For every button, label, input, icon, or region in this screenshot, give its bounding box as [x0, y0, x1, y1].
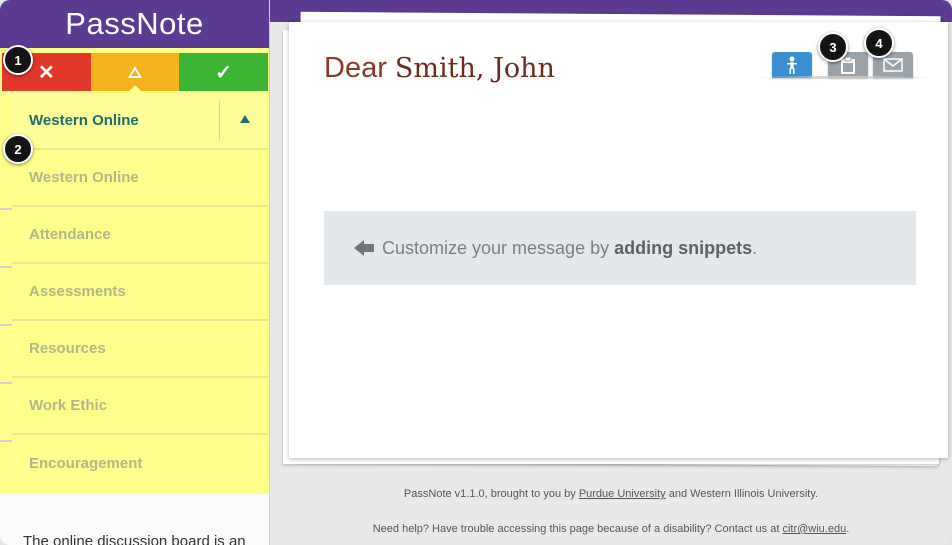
chevron-up-icon[interactable]	[240, 115, 250, 123]
person-icon	[787, 56, 797, 74]
hint-prefix: Customize your message by	[382, 237, 610, 258]
category-dropdown-label: Western Online	[29, 112, 139, 129]
category-item-resources[interactable]: Resources	[12, 321, 268, 378]
status-green-button[interactable]: ✓	[179, 53, 269, 91]
footer-help: Need help? Have trouble accessing this p…	[270, 523, 952, 535]
callout-marker-2: 2	[3, 134, 33, 164]
category-item-label: Encouragement	[29, 455, 143, 472]
category-item-work-ethic[interactable]: Work Ethic	[12, 378, 268, 435]
selected-notch	[128, 85, 142, 92]
status-yellow-button[interactable]	[90, 53, 180, 92]
callout-marker-3: 3	[818, 32, 848, 62]
student-view-button[interactable]	[772, 52, 812, 78]
warning-triangle-icon	[128, 66, 142, 78]
footer-help-suffix: .	[846, 523, 850, 535]
close-icon: ✕	[37, 61, 55, 84]
sidebar: PassNote ✕ ✓ Western Online Western Onli…	[0, 0, 270, 545]
category-item-attendance[interactable]: Attendance	[12, 207, 268, 264]
callout-marker-1: 1	[3, 45, 33, 75]
mail-icon	[883, 58, 903, 72]
category-item-western-online[interactable]: Western Online	[12, 150, 268, 207]
recipient-name: Smith, John	[394, 53, 555, 84]
passnote-logo: PassNote	[65, 6, 204, 41]
row-divider	[0, 324, 12, 326]
category-item-label: Assessments	[29, 283, 126, 300]
check-icon: ✓	[215, 61, 233, 84]
letter-paper: Dear Smith, John Customize your message …	[289, 22, 948, 458]
category-item-label: Resources	[29, 340, 106, 357]
snippet-hint-box: Customize your message by adding snippet…	[324, 211, 916, 285]
category-list: Western Online Western Online Attendance…	[12, 93, 268, 492]
greeting-word: Dear	[324, 52, 387, 84]
status-selector: ✕ ✓	[2, 53, 269, 92]
hint-text: Customize your message by adding snippet…	[382, 238, 757, 259]
row-divider	[0, 266, 12, 268]
footer-credits: PassNote v1.1.0, brought to you by Purdu…	[270, 488, 952, 500]
callout-marker-4: 4	[864, 28, 894, 58]
hint-bold: adding snippets	[614, 237, 753, 258]
footer-credits-suffix: and Western Illinois University.	[668, 488, 819, 500]
row-divider	[0, 440, 12, 442]
footer-credits-prefix: PassNote v1.1.0, brought to you by	[403, 488, 576, 500]
row-divider	[0, 208, 12, 210]
dropdown-divider	[219, 101, 220, 140]
category-dropdown[interactable]: Western Online	[12, 93, 268, 150]
category-item-label: Western Online	[29, 169, 139, 186]
hint-suffix: .	[752, 237, 758, 258]
row-divider	[0, 382, 12, 384]
category-item-assessments[interactable]: Assessments	[12, 264, 268, 321]
contact-email-link[interactable]: citr@wiu.edu	[782, 523, 846, 535]
logo-bar: PassNote	[0, 0, 269, 48]
category-item-encouragement[interactable]: Encouragement	[12, 435, 268, 492]
toolbar-shadow	[759, 76, 929, 79]
category-item-label: Attendance	[29, 226, 111, 243]
snippet-preview-text[interactable]: The online discussion board is an	[23, 533, 246, 545]
app-window: PassNote ✕ ✓ Western Online Western Onli…	[0, 0, 952, 545]
purdue-link[interactable]: Purdue University	[579, 488, 666, 500]
letter-greeting: Dear Smith, John	[324, 52, 555, 85]
footer-help-prefix: Need help? Have trouble accessing this p…	[372, 523, 780, 535]
arrow-left-icon	[354, 240, 374, 256]
category-item-label: Work Ethic	[29, 397, 108, 414]
